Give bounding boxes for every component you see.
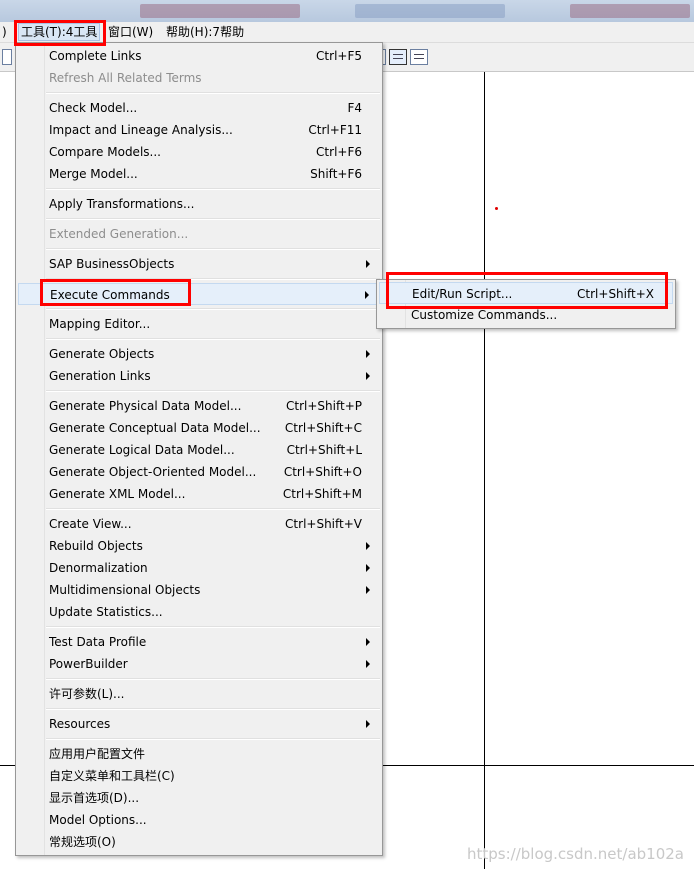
- menu-separator: [46, 248, 380, 250]
- menu-separator: [46, 678, 380, 680]
- menu-item-generate-objects[interactable]: Generate Objects: [18, 343, 380, 365]
- menu-item-multidimensional-objects[interactable]: Multidimensional Objects: [18, 579, 380, 601]
- menu-item-customize-menus-toolbars[interactable]: 自定义菜单和工具栏(C): [18, 765, 380, 787]
- menu-item-display-preferences[interactable]: 显示首选项(D)...: [18, 787, 380, 809]
- menu-separator: [46, 738, 380, 740]
- page-border-vertical: [484, 72, 485, 869]
- menu-item-impact-lineage[interactable]: Impact and Lineage Analysis... Ctrl+F11: [18, 119, 380, 141]
- blurred-tab: [355, 4, 505, 18]
- submenu-arrow-icon: [366, 372, 370, 380]
- toolbar-button[interactable]: [410, 49, 428, 65]
- menu-item-sap-businessobjects[interactable]: SAP BusinessObjects: [18, 253, 380, 275]
- menu-item-generate-pdm[interactable]: Generate Physical Data Model... Ctrl+Shif…: [18, 395, 380, 417]
- menu-item-apply-transformations[interactable]: Apply Transformations...: [18, 193, 380, 215]
- menu-separator: [46, 508, 380, 510]
- menu-separator: [46, 708, 380, 710]
- menu-partial[interactable]: ): [0, 24, 9, 40]
- submenu-arrow-icon: [366, 542, 370, 550]
- menu-item-apply-user-profile[interactable]: 应用用户配置文件: [18, 743, 380, 765]
- menu-item-refresh-related-terms[interactable]: Refresh All Related Terms: [18, 67, 380, 89]
- menu-item-general-options[interactable]: 常规选项(O): [18, 831, 380, 853]
- menu-item-resources[interactable]: Resources: [18, 713, 380, 735]
- menu-item-merge-model[interactable]: Merge Model... Shift+F6: [18, 163, 380, 185]
- menu-item-rebuild-objects[interactable]: Rebuild Objects: [18, 535, 380, 557]
- menu-separator: [46, 338, 380, 340]
- submenu-arrow-icon: [366, 638, 370, 646]
- menu-item-compare-models[interactable]: Compare Models... Ctrl+F6: [18, 141, 380, 163]
- menu-item-complete-links[interactable]: Complete Links Ctrl+F5: [18, 45, 380, 67]
- blurred-tab: [570, 4, 690, 18]
- menu-item-powerbuilder[interactable]: PowerBuilder: [18, 653, 380, 675]
- annotation-box-tools-menu: [14, 20, 106, 46]
- menu-item-create-view[interactable]: Create View... Ctrl+Shift+V: [18, 513, 380, 535]
- submenu-arrow-icon: [365, 291, 369, 299]
- menu-item-generation-links[interactable]: Generation Links: [18, 365, 380, 387]
- menu-item-generate-cdm[interactable]: Generate Conceptual Data Model... Ctrl+Sh…: [18, 417, 380, 439]
- menu-item-test-data-profile[interactable]: Test Data Profile: [18, 631, 380, 653]
- menu-separator: [46, 92, 380, 94]
- menu-item-model-options[interactable]: Model Options...: [18, 809, 380, 831]
- menu-help[interactable]: 帮助(H):7帮助: [164, 24, 246, 40]
- menu-separator: [46, 390, 380, 392]
- annotation-box-edit-run-script: [386, 272, 668, 309]
- menu-item-update-statistics[interactable]: Update Statistics...: [18, 601, 380, 623]
- menu-item-license-params[interactable]: 许可参数(L)...: [18, 683, 380, 705]
- watermark: https://blog.csdn.net/ab102a: [467, 845, 684, 863]
- menu-item-mapping-editor[interactable]: Mapping Editor...: [18, 313, 380, 335]
- submenu-arrow-icon: [366, 720, 370, 728]
- menu-separator: [46, 218, 380, 220]
- taskbar-strip: [0, 0, 694, 22]
- menu-separator: [46, 188, 380, 190]
- menu-item-denormalization[interactable]: Denormalization: [18, 557, 380, 579]
- red-dot: [495, 207, 498, 210]
- menu-item-generate-oom[interactable]: Generate Object-Oriented Model... Ctrl+Sh…: [18, 461, 380, 483]
- menu-item-generate-ldm[interactable]: Generate Logical Data Model... Ctrl+Shift…: [18, 439, 380, 461]
- menu-item-extended-generation[interactable]: Extended Generation...: [18, 223, 380, 245]
- submenu-arrow-icon: [366, 260, 370, 268]
- menu-window[interactable]: 窗口(W): [106, 24, 155, 40]
- menu-separator: [46, 308, 380, 310]
- menu-item-check-model[interactable]: Check Model... F4: [18, 97, 380, 119]
- annotation-box-execute-commands: [40, 279, 191, 306]
- tools-menu: Complete Links Ctrl+F5 Refresh All Relate…: [15, 42, 383, 856]
- submenu-arrow-icon: [366, 586, 370, 594]
- menu-separator: [46, 626, 380, 628]
- submenu-arrow-icon: [366, 660, 370, 668]
- submenu-arrow-icon: [366, 350, 370, 358]
- submenu-arrow-icon: [366, 564, 370, 572]
- toolbar-button-selected[interactable]: [389, 49, 407, 65]
- toolbar-button[interactable]: [2, 49, 12, 65]
- menu-item-generate-xml[interactable]: Generate XML Model... Ctrl+Shift+M: [18, 483, 380, 505]
- blurred-tab: [140, 4, 300, 18]
